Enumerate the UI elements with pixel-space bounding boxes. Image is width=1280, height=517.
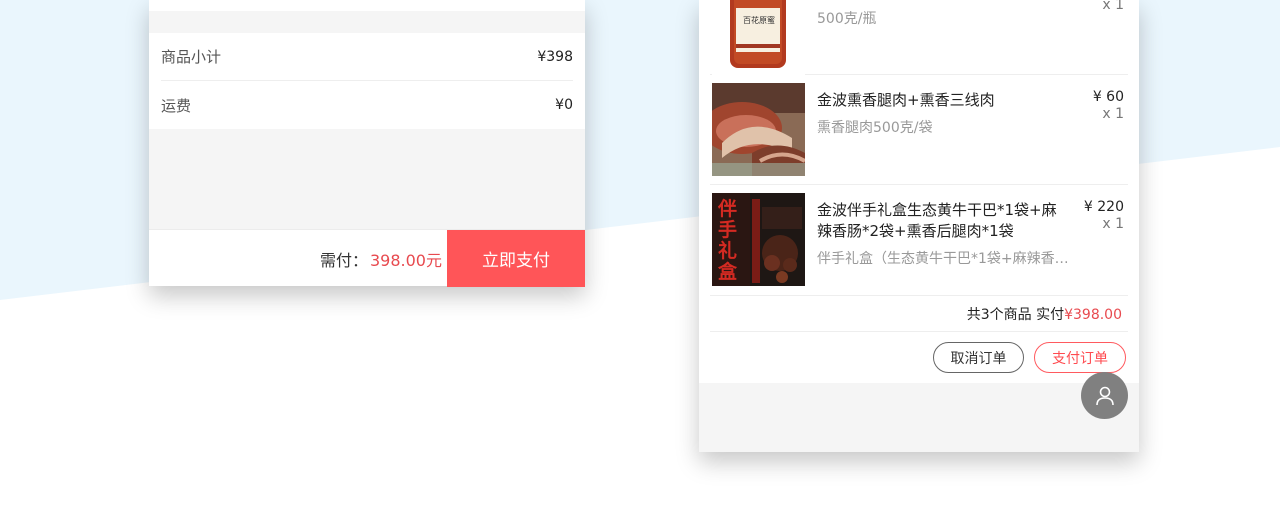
item-spec: 伴手礼盒（生态黄牛干巴*1袋+麻辣香肠*2袋+熏香后腿肉*1袋） <box>817 251 1077 267</box>
item-spec: 500克/瓶 <box>817 11 877 27</box>
amount-due-value: 398.00元 <box>370 250 442 270</box>
checkout-bar: 需付： 398.00元 立即支付 <box>149 229 585 287</box>
divider <box>710 331 1128 332</box>
order-item[interactable]: 百花原蜜 500克/瓶 x 1 <box>710 0 1128 75</box>
paid-label: 实付 <box>1036 307 1065 323</box>
subtotal-label: 商品小计 <box>161 48 222 66</box>
subtotal-value: ¥398 <box>537 48 573 65</box>
gift-box-label: 伴手礼盒 <box>718 198 738 283</box>
cancel-order-button[interactable]: 取消订单 <box>933 342 1024 373</box>
order-total: 共3个商品 实付¥398.00 <box>967 304 1122 324</box>
item-price: ¥ 220 <box>1083 199 1124 215</box>
order-item[interactable]: 伴手礼盒 金波伴手礼盒生态黄牛干巴*1袋+麻辣香肠*2袋+熏香后腿肉*1袋 伴手… <box>710 185 1128 296</box>
amount-due: 需付： 398.00元 <box>320 230 442 287</box>
honey-jar-label: 百花原蜜 <box>743 16 775 25</box>
order-summary: 商品小计 ¥398 运费 ¥0 <box>149 33 585 129</box>
item-count: 共3个商品 <box>966 307 1032 323</box>
user-icon <box>1094 385 1116 407</box>
floating-user-button[interactable] <box>1081 372 1128 419</box>
item-qty: x 1 <box>1102 0 1124 13</box>
item-name: 金波伴手礼盒生态黄牛干巴*1袋+麻辣香肠*2袋+熏香后腿肉*1袋 <box>817 201 1057 240</box>
pay-now-button[interactable]: 立即支付 <box>447 230 585 287</box>
shipping-label: 运费 <box>161 96 192 115</box>
item-name: 金波熏香腿肉+熏香三线肉 <box>817 91 995 109</box>
item-qty: x 1 <box>1102 106 1124 122</box>
summary-row-shipping: 运费 ¥0 <box>161 81 573 129</box>
summary-row-subtotal: 商品小计 ¥398 <box>161 33 573 81</box>
item-qty: x 1 <box>1102 216 1124 232</box>
gift-box-image: 伴手礼盒 <box>712 193 805 286</box>
order-item[interactable]: 金波熏香腿肉+熏香三线肉 熏香腿肉500克/袋 ¥ 60 x 1 <box>710 75 1128 185</box>
item-spec: 熏香腿肉500克/袋 <box>817 120 933 136</box>
paid-amount: ¥398.00 <box>1064 307 1122 323</box>
honey-jar-image: 百花原蜜 <box>712 0 805 75</box>
item-price: ¥ 60 <box>1092 89 1124 105</box>
smoked-meat-image <box>712 83 805 176</box>
pay-order-button[interactable]: 支付订单 <box>1034 342 1126 373</box>
payment-screen: 商品小计 ¥398 运费 ¥0 需付： 398.00元 立即支付 <box>149 0 585 287</box>
shipping-value: ¥0 <box>555 97 573 113</box>
order-detail-screen: 百花原蜜 500克/瓶 x 1 金波熏香腿肉+熏香三线肉 熏香腿肉500克/袋 … <box>699 0 1139 452</box>
order-card: 百花原蜜 500克/瓶 x 1 金波熏香腿肉+熏香三线肉 熏香腿肉500克/袋 … <box>699 0 1139 383</box>
top-card-edge <box>149 0 585 11</box>
amount-due-label: 需付： <box>319 250 368 270</box>
